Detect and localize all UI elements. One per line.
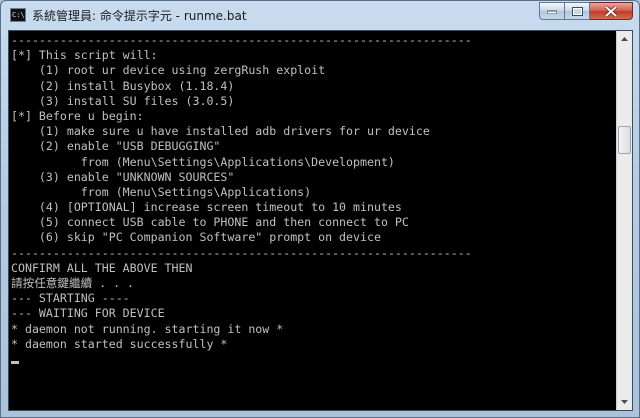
console-output: ----------------------------------------… (9, 31, 617, 410)
caption-buttons (539, 2, 633, 21)
scroll-down-arrow-icon (621, 400, 628, 404)
minimize-button[interactable] (539, 2, 565, 20)
console-line: * daemon not running. starting it now * (11, 321, 284, 336)
console-line: --- STARTING ---- (11, 291, 130, 306)
window-title: 系統管理員: 命令提示字元 - runme.bat (32, 9, 247, 23)
console-line: CONFIRM ALL THE ABOVE THEN (11, 260, 193, 275)
console-app-icon[interactable]: C:\. (10, 8, 26, 22)
console-line: 請按任意鍵繼續 . . . (11, 276, 135, 290)
scroll-down-button[interactable] (617, 394, 632, 410)
scroll-up-arrow-icon (621, 37, 628, 41)
title-bar[interactable]: C:\. 系統管理員: 命令提示字元 - runme.bat (1, 1, 639, 29)
console-line: (4) [OPTIONAL] increase screen timeout t… (11, 200, 402, 215)
text-cursor (11, 360, 19, 364)
vertical-scrollbar[interactable] (616, 31, 632, 410)
scrollbar-thumb[interactable] (618, 126, 631, 154)
console-line: (1) root ur device using zergRush exploi… (11, 63, 326, 78)
console-line: (1) make sure u have installed adb drive… (11, 124, 430, 139)
command-prompt-window: C:\. 系統管理員: 命令提示字元 - runme.bat ---------… (0, 0, 640, 418)
close-icon (605, 5, 617, 17)
console-line: (2) install Busybox (1.18.4) (11, 78, 235, 93)
console-line: (3) install SU files (3.0.5) (11, 93, 235, 108)
maximize-icon (571, 6, 583, 16)
console-line: from (Menu\Settings\Applications) (11, 184, 312, 199)
console-line: (3) enable "UNKNOWN SOURCES" (11, 169, 235, 184)
console-line: [*] This script will: (11, 48, 158, 63)
console-line: (5) connect USB cable to PHONE and then … (11, 215, 409, 230)
console-line: --- WAITING FOR DEVICE (11, 306, 165, 321)
console-line: * daemon started successfully * (11, 336, 228, 351)
console-line: ----------------------------------------… (11, 245, 472, 260)
console-area[interactable]: ----------------------------------------… (8, 30, 633, 411)
scroll-up-button[interactable] (617, 31, 632, 47)
maximize-button[interactable] (565, 2, 590, 20)
console-line: ----------------------------------------… (11, 33, 472, 47)
console-line: from (Menu\Settings\Applications\Develop… (11, 154, 395, 169)
console-line: [*] Before u begin: (11, 108, 144, 123)
close-button[interactable] (590, 2, 633, 20)
console-line: (6) skip "PC Companion Software" prompt … (11, 230, 381, 245)
minimize-icon (547, 10, 557, 14)
console-line: (2) enable "USB DEBUGGING" (11, 139, 221, 154)
